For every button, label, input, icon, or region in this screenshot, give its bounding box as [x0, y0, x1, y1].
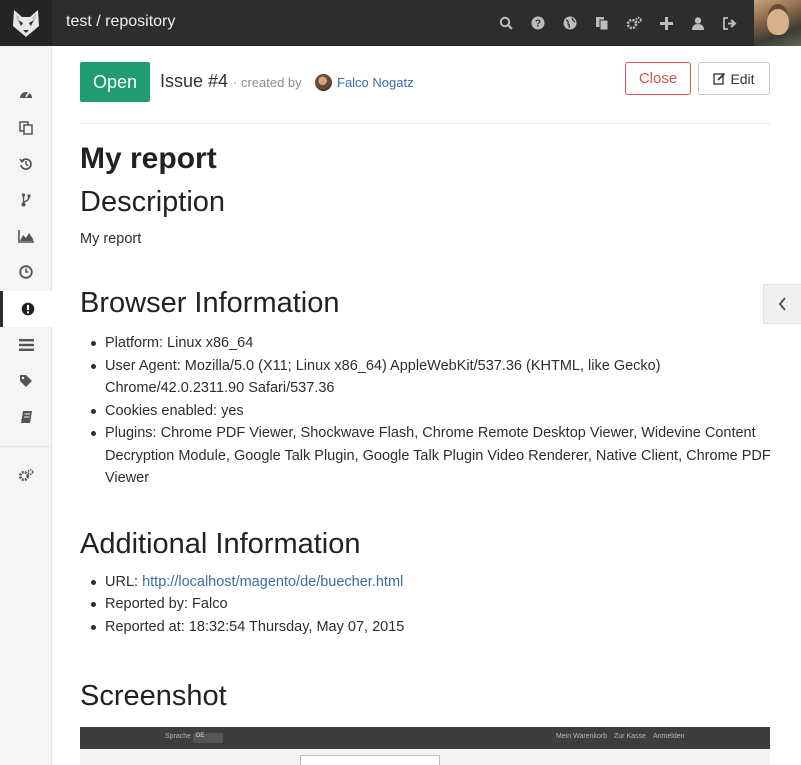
created-by-label: · created by — [233, 75, 302, 90]
sidebar-divider — [0, 446, 52, 447]
issue-body: My report Description My report Browser … — [80, 141, 772, 714]
list-item: Platform: Linux x86_64 — [80, 332, 772, 355]
project-sidebar — [0, 46, 53, 765]
list-icon[interactable] — [0, 327, 52, 363]
screenshot-box — [300, 755, 440, 765]
description-text: My report — [80, 231, 142, 247]
screenshot-login: Anmelden — [653, 733, 685, 740]
edit-icon — [713, 72, 726, 85]
screenshot-cart: Mein Warenkorb — [556, 733, 608, 740]
branch-icon[interactable] — [0, 182, 52, 218]
browser-info-heading: Browser Information — [80, 287, 340, 319]
files-icon[interactable] — [0, 110, 52, 146]
additional-info-heading: Additional Information — [80, 527, 361, 560]
cogs-icon[interactable] — [618, 0, 650, 46]
globe-icon[interactable] — [554, 0, 586, 46]
svg-text:?: ? — [535, 19, 541, 30]
gitlab-logo[interactable] — [0, 0, 52, 46]
issue-title: My report — [80, 142, 217, 175]
list-item: Cookies enabled: yes — [80, 400, 772, 423]
settings-icon[interactable] — [0, 457, 52, 493]
edit-issue-button[interactable]: Edit — [698, 62, 770, 95]
plus-icon[interactable] — [650, 0, 682, 46]
status-badge: Open — [80, 62, 150, 102]
url-label: URL: — [105, 573, 143, 590]
user-avatar[interactable] — [754, 0, 801, 46]
browser-info-list: Platform: Linux x86_64 User Agent: Mozil… — [80, 332, 772, 490]
edit-label: Edit — [730, 70, 755, 87]
tags-icon[interactable] — [0, 363, 52, 399]
history-icon[interactable] — [0, 146, 52, 182]
screenshot-checkout: Zur Kasse — [614, 733, 646, 740]
issue-number: Issue #4 — [160, 71, 229, 91]
dashboard-icon[interactable] — [0, 75, 52, 111]
list-item: Reported at: 18:32:54 Thursday, May 07, … — [80, 616, 772, 639]
top-icon-bar: ? — [490, 0, 746, 46]
author-link[interactable]: Falco Nogatz — [337, 75, 414, 90]
copy-icon[interactable] — [586, 0, 618, 46]
user-icon[interactable] — [682, 0, 714, 46]
screenshot-image[interactable]: Sprache DE Mein Warenkorb Zur Kasse Anme… — [80, 727, 770, 765]
list-item: Reported by: Falco — [80, 593, 772, 616]
fox-logo-icon — [13, 10, 39, 37]
url-link[interactable]: http://localhost/magento/de/buecher.html — [142, 574, 403, 590]
top-navbar: test / repository ? — [0, 0, 801, 46]
wiki-icon[interactable] — [0, 399, 52, 435]
description-heading: Description — [80, 186, 226, 218]
list-item: User Agent: Mozilla/5.0 (X11; Linux x86_… — [80, 355, 772, 400]
repository-title[interactable]: test / repository — [66, 13, 175, 31]
screenshot-heading: Screenshot — [80, 680, 227, 712]
search-icon[interactable] — [490, 0, 522, 46]
chevron-left-icon — [778, 297, 786, 311]
author-avatar[interactable] — [315, 74, 332, 91]
close-issue-button[interactable]: Close — [625, 62, 691, 95]
clock-icon[interactable] — [0, 254, 52, 290]
list-item-url: URL: http://localhost/magento/de/buecher… — [80, 571, 772, 594]
screenshot-language-select: DE — [193, 733, 223, 743]
list-item: Plugins: Chrome PDF Viewer, Shockwave Fl… — [80, 422, 772, 490]
additional-info-list: URL: http://localhost/magento/de/buecher… — [80, 571, 772, 639]
help-icon[interactable]: ? — [522, 0, 554, 46]
screenshot-language-label: Sprache — [165, 733, 192, 740]
issues-icon[interactable] — [0, 291, 53, 327]
graphs-icon[interactable] — [0, 218, 52, 254]
header-divider — [80, 123, 770, 124]
sign-out-icon[interactable] — [714, 0, 746, 46]
